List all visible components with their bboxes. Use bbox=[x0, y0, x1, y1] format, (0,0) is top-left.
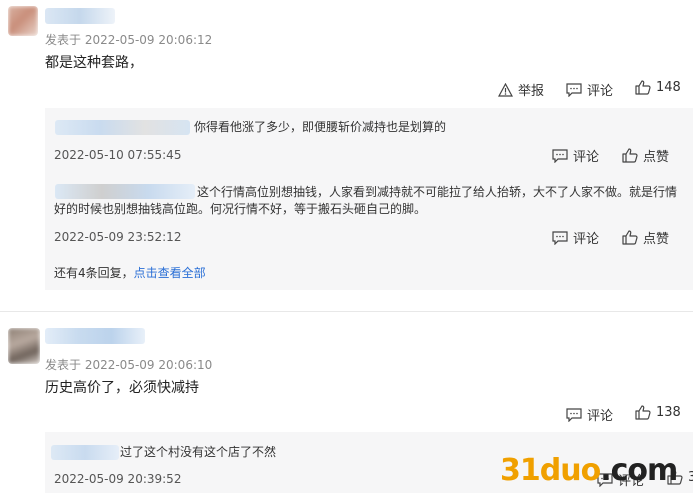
comment-icon bbox=[552, 148, 568, 163]
comment-button[interactable]: 评论 bbox=[566, 80, 613, 99]
reply-like-button[interactable]: 点赞 bbox=[622, 228, 669, 247]
reply-username-blurred[interactable] bbox=[51, 445, 119, 460]
thumbs-up-icon bbox=[635, 405, 651, 420]
comment-text: 历史高价了，必须快减持 bbox=[45, 380, 199, 396]
comment-label: 评论 bbox=[587, 409, 614, 424]
reply-like-label: 点赞 bbox=[643, 150, 670, 165]
warning-icon bbox=[498, 82, 513, 97]
reply-timestamp: 2022-05-09 23:52:12 bbox=[54, 230, 182, 244]
like-count: 138 bbox=[656, 405, 681, 420]
report-button[interactable]: 举报 bbox=[498, 80, 544, 99]
reply-text: 这个行情高位别想抽钱，人家看到减持就不可能拉了给人抬轿，大不了人家不做。就是行情… bbox=[54, 185, 678, 216]
reply-comment-button[interactable]: 评论 bbox=[552, 146, 599, 165]
comment-text: 都是这种套路， bbox=[45, 55, 143, 71]
reply-like-count: 3 bbox=[688, 470, 693, 485]
report-label: 举报 bbox=[518, 84, 545, 99]
reply-comment-label: 评论 bbox=[573, 150, 600, 165]
comment-icon bbox=[552, 230, 568, 245]
username-blurred[interactable] bbox=[45, 328, 145, 344]
comment-icon bbox=[566, 407, 582, 422]
avatar[interactable] bbox=[8, 328, 40, 364]
like-button[interactable]: 148 bbox=[635, 80, 681, 95]
watermark-suffix: .com bbox=[600, 453, 678, 488]
reply-comment-button[interactable]: 评论 bbox=[552, 228, 599, 247]
view-all-link[interactable]: 点击查看全部 bbox=[134, 266, 206, 280]
thumbs-up-icon bbox=[635, 80, 651, 95]
reply-like-button[interactable]: 点赞 bbox=[622, 146, 669, 165]
replies-section: 你得看他涨了多少，即便腰斩价减持也是划算的 2022-05-10 07:55:4… bbox=[45, 108, 693, 290]
like-count: 148 bbox=[656, 80, 681, 95]
reply-text: 你得看他涨了多少，即便腰斩价减持也是划算的 bbox=[194, 120, 447, 134]
reply-text: 过了这个村没有这个店了不然 bbox=[120, 445, 277, 459]
thumbs-up-icon bbox=[622, 148, 638, 163]
avatar[interactable] bbox=[8, 6, 38, 36]
reply-username-blurred[interactable] bbox=[55, 120, 190, 135]
reply-comment-label: 评论 bbox=[573, 232, 600, 247]
divider bbox=[0, 311, 693, 312]
watermark-prefix: 31duo bbox=[500, 453, 601, 488]
comment-button[interactable]: 评论 bbox=[566, 405, 613, 424]
like-button[interactable]: 138 bbox=[635, 405, 681, 420]
comment-label: 评论 bbox=[587, 84, 614, 99]
reply-timestamp: 2022-05-09 20:39:52 bbox=[54, 472, 182, 486]
reply-like-label: 点赞 bbox=[643, 232, 670, 247]
more-replies-count: 还有4条回复， bbox=[54, 266, 134, 280]
comment-icon bbox=[566, 82, 582, 97]
more-replies: 还有4条回复，点击查看全部 bbox=[54, 265, 206, 282]
thumbs-up-icon bbox=[622, 230, 638, 245]
comment-timestamp: 发表于 2022-05-09 20:06:12 bbox=[45, 33, 213, 47]
reply-timestamp: 2022-05-10 07:55:45 bbox=[54, 148, 182, 162]
site-watermark: 31duo.com bbox=[500, 453, 678, 488]
comment-timestamp: 发表于 2022-05-09 20:06:10 bbox=[45, 358, 213, 372]
username-blurred[interactable] bbox=[45, 8, 115, 24]
